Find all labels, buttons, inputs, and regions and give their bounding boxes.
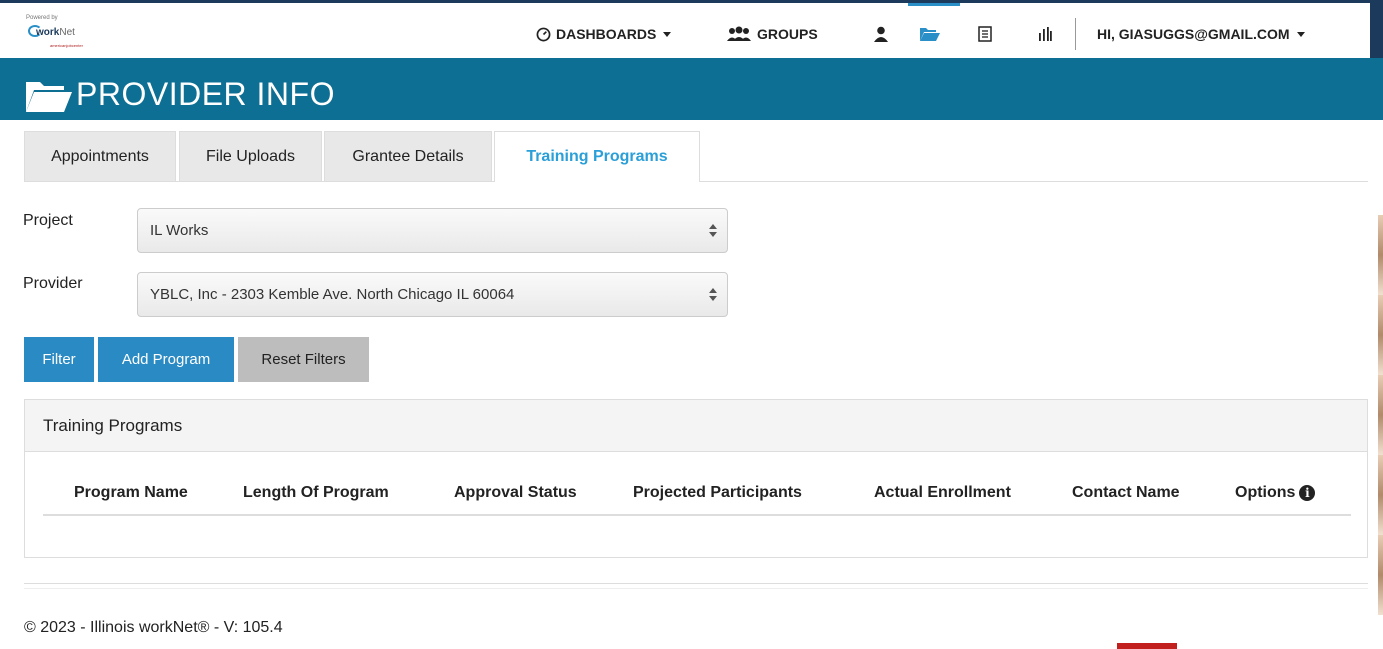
project-select[interactable]: IL Works xyxy=(137,208,728,253)
footer-copyright: © 2023 - Illinois workNet® - V: 105.4 xyxy=(24,619,283,636)
project-select-value: IL Works xyxy=(150,222,209,239)
column-header-projected-participants[interactable]: Projected Participants xyxy=(633,484,802,502)
nav-dashboards-dropdown[interactable]: DASHBOARDS xyxy=(536,23,672,45)
column-header-options: Options i xyxy=(1235,484,1316,502)
page: Powered by workNet americanjobcenter DAS… xyxy=(0,0,1383,649)
column-header-actual-enrollment[interactable]: Actual Enrollment xyxy=(874,484,1011,502)
illinois-worknet-logo[interactable]: Powered by workNet americanjobcenter xyxy=(22,15,102,51)
active-nav-indicator xyxy=(908,3,960,6)
project-label: Project xyxy=(23,212,73,229)
table-header-row: Program Name Length Of Program Approval … xyxy=(43,476,1351,516)
logo-powered-text: Powered by xyxy=(26,15,58,21)
nav-list-link[interactable] xyxy=(978,23,992,45)
panel-title: Training Programs xyxy=(25,400,1367,452)
select-arrows-icon xyxy=(709,288,717,302)
chevron-down-icon xyxy=(663,31,672,37)
training-programs-panel: Training Programs Program Name Length Of… xyxy=(24,399,1368,558)
folder-open-icon xyxy=(26,82,72,112)
section-tabs: Appointments File Uploads Grantee Detail… xyxy=(24,131,1368,182)
users-group-icon xyxy=(727,26,751,41)
provider-label: Provider xyxy=(23,275,83,292)
bar-chart-icon xyxy=(1039,27,1052,41)
page-title: PROVIDER INFO xyxy=(76,76,335,112)
nav-dashboards-label: DASHBOARDS xyxy=(556,26,657,42)
chevron-down-icon xyxy=(1296,31,1305,37)
background-edge-strip xyxy=(1370,0,1383,649)
provider-select[interactable]: YBLC, Inc - 2303 Kemble Ave. North Chica… xyxy=(137,272,728,317)
column-header-length-of-program[interactable]: Length Of Program xyxy=(243,484,389,502)
provider-select-value: YBLC, Inc - 2303 Kemble Ave. North Chica… xyxy=(150,286,515,303)
top-navbar: Powered by workNet americanjobcenter DAS… xyxy=(0,0,1383,58)
column-header-program-name[interactable]: Program Name xyxy=(74,484,188,502)
tab-grantee-details[interactable]: Grantee Details xyxy=(324,131,492,181)
select-arrows-icon xyxy=(709,224,717,238)
folder-open-icon xyxy=(920,28,940,41)
nav-reports-link[interactable] xyxy=(1038,23,1052,45)
nav-folder-link[interactable] xyxy=(919,23,941,45)
nav-profile-link[interactable] xyxy=(874,23,888,45)
reset-filters-button[interactable]: Reset Filters xyxy=(238,337,369,382)
column-header-options-label: Options xyxy=(1235,484,1296,501)
info-icon[interactable]: i xyxy=(1299,485,1316,501)
list-document-icon xyxy=(978,26,992,42)
account-label: HI, GIASUGGS@GMAIL.COM xyxy=(1097,26,1290,42)
nav-groups-label: GROUPS xyxy=(757,26,818,42)
footer-divider-secondary xyxy=(24,588,1368,589)
background-photo-edge xyxy=(1378,215,1383,615)
page-banner: PROVIDER INFO xyxy=(0,58,1383,120)
nav-divider xyxy=(1075,18,1076,50)
footer-divider xyxy=(24,583,1368,584)
filter-button[interactable]: Filter xyxy=(24,337,94,382)
logo-tagline: americanjobcenter xyxy=(50,43,83,48)
user-icon xyxy=(874,26,888,42)
tab-training-programs[interactable]: Training Programs xyxy=(494,131,700,182)
feedback-tab[interactable] xyxy=(1117,643,1177,649)
column-header-contact-name[interactable]: Contact Name xyxy=(1072,484,1180,502)
logo-wordmark: workNet xyxy=(36,27,75,38)
nav-groups-link[interactable]: GROUPS xyxy=(726,23,818,45)
account-dropdown[interactable]: HI, GIASUGGS@GMAIL.COM xyxy=(1097,23,1305,45)
tab-file-uploads[interactable]: File Uploads xyxy=(179,131,322,181)
tab-appointments[interactable]: Appointments xyxy=(24,131,176,181)
add-program-button[interactable]: Add Program xyxy=(98,337,234,382)
column-header-approval-status[interactable]: Approval Status xyxy=(454,484,577,502)
dashboard-gauge-icon xyxy=(536,27,551,41)
